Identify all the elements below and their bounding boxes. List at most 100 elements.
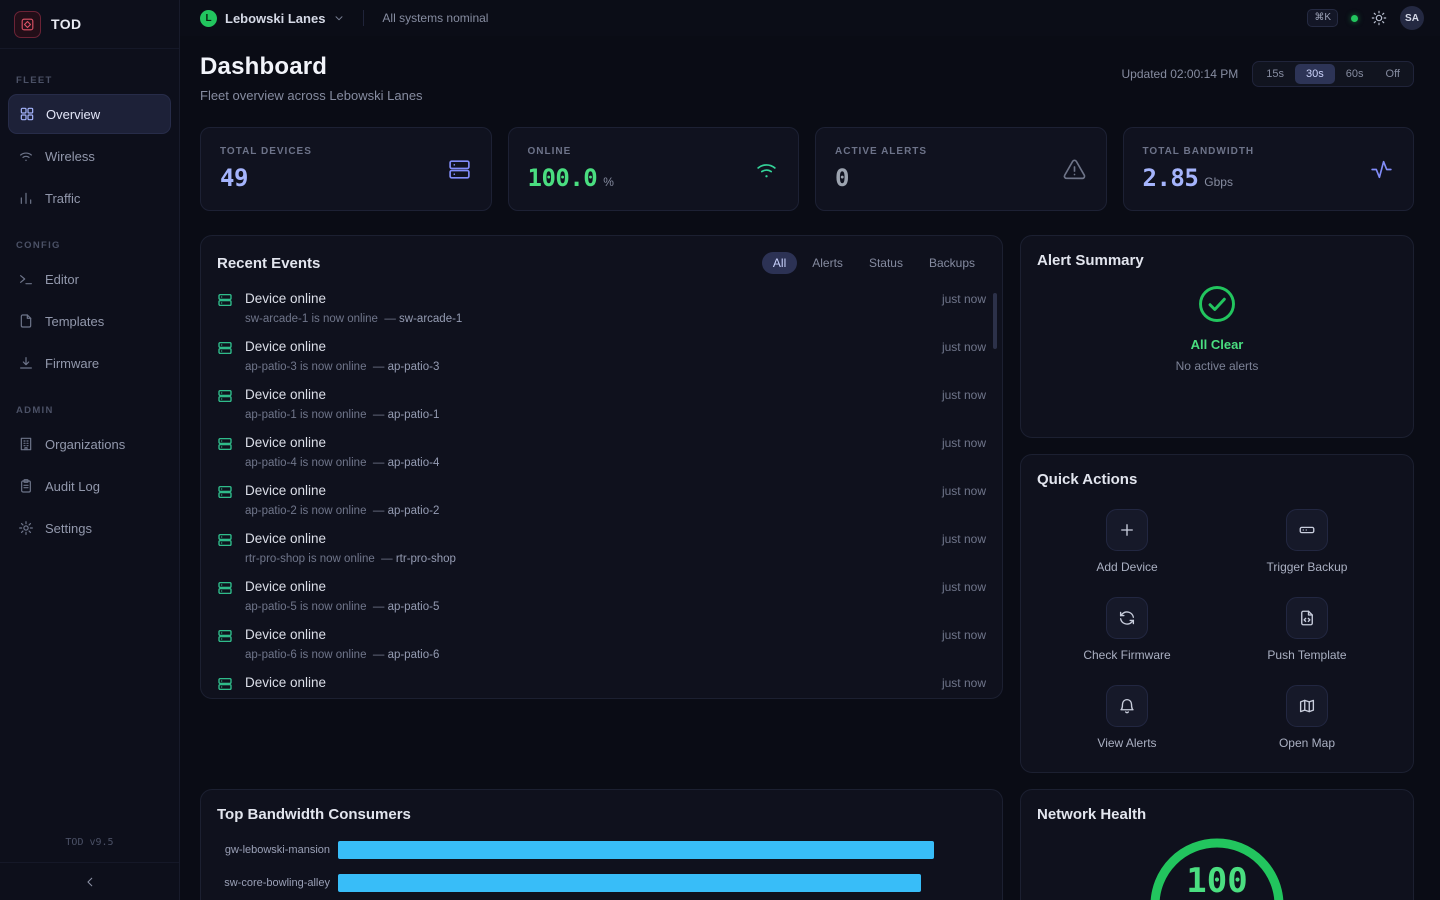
stat-label: ONLINE (528, 146, 614, 157)
server-icon (217, 340, 233, 356)
app-name: TOD (51, 16, 82, 32)
event-row: Device online rtr-pro-shop is now online … (217, 524, 986, 572)
event-filter-all[interactable]: All (762, 252, 797, 274)
bandwidth-list: gw-lebowski-mansionsw-core-bowling-alley (217, 841, 986, 892)
theme-toggle-sun-icon[interactable] (1371, 10, 1387, 26)
quick-action-icon-box (1286, 685, 1328, 727)
gear-icon (18, 520, 34, 536)
alert-summary-panel: Alert Summary All Clear No active alerts (1020, 235, 1414, 438)
recent-events-panel: Recent Events AllAlertsStatusBackups Dev… (200, 235, 1003, 699)
sidebar-item-label: Overview (46, 107, 100, 122)
refresh-30s-button[interactable]: 30s (1295, 64, 1335, 84)
stat-card-active-alerts: ACTIVE ALERTS 0 (815, 127, 1107, 211)
quick-action-trigger-backup[interactable]: Trigger Backup (1217, 496, 1397, 584)
sidebar-item-label: Audit Log (45, 479, 100, 494)
org-name: Lebowski Lanes (225, 11, 325, 26)
bandwidth-bar-track (338, 874, 986, 892)
event-detail: rtr-pro-shop is now online — rtr-pro-sho… (245, 552, 930, 566)
sidebar-item-wireless[interactable]: Wireless (8, 136, 171, 176)
stat-value: 0 (835, 164, 927, 192)
event-title: Device online (245, 434, 930, 452)
event-time: just now (942, 626, 986, 642)
event-title: Device online (245, 530, 930, 548)
sidebar-item-organizations[interactable]: Organizations (8, 424, 171, 464)
sidebar-nav: FLEETOverviewWirelessTrafficCONFIGEditor… (0, 49, 179, 829)
server-icon (217, 532, 233, 548)
event-filter-backups[interactable]: Backups (918, 252, 986, 274)
quick-actions-grid: Add Device Trigger Backup Check FirmwarePu… (1037, 496, 1397, 760)
clipboard-icon (18, 478, 34, 494)
event-detail: ap-patio-1 is now online — ap-patio-1 (245, 408, 930, 422)
stat-unit: Gbps (1204, 175, 1233, 189)
sidebar-item-editor[interactable]: Editor (8, 259, 171, 299)
bandwidth-panel: Top Bandwidth Consumers gw-lebowski-mans… (200, 789, 1003, 900)
stat-label: TOTAL BANDWIDTH (1143, 146, 1255, 157)
sidebar-item-label: Organizations (45, 437, 125, 452)
network-health-panel: Network Health 100 (1020, 789, 1414, 900)
refresh-60s-button[interactable]: 60s (1335, 64, 1375, 84)
stat-card-total-bandwidth: TOTAL BANDWIDTH 2.85Gbps (1123, 127, 1415, 211)
sidebar-item-label: Settings (45, 521, 92, 536)
sidebar-item-audit-log[interactable]: Audit Log (8, 466, 171, 506)
event-detail: ap-patio-2 is now online — ap-patio-2 (245, 504, 930, 518)
sidebar-item-label: Traffic (45, 191, 80, 206)
sidebar-item-templates[interactable]: Templates (8, 301, 171, 341)
sidebar-item-firmware[interactable]: Firmware (8, 343, 171, 383)
quick-action-view-alerts[interactable]: View Alerts (1037, 672, 1217, 760)
user-avatar[interactable]: SA (1400, 6, 1424, 30)
event-time: just now (942, 434, 986, 450)
org-selector[interactable]: L Lebowski Lanes (200, 10, 345, 27)
refresh-off-button[interactable]: Off (1375, 64, 1411, 84)
refresh-icon (1118, 609, 1136, 627)
server-icon (217, 628, 233, 644)
event-title: Device online (245, 290, 930, 308)
quick-action-icon-box (1106, 685, 1148, 727)
stats-row: TOTAL DEVICES49ONLINE100.0%ACTIVE ALERTS… (200, 127, 1414, 211)
events-scrollbar[interactable] (993, 293, 997, 349)
quick-action-open-map[interactable]: Open Map (1217, 672, 1397, 760)
sidebar-item-traffic[interactable]: Traffic (8, 178, 171, 218)
dashboard-grid: Recent Events AllAlertsStatusBackups Dev… (200, 235, 1414, 900)
server-icon (217, 388, 233, 404)
event-filter-alerts[interactable]: Alerts (801, 252, 854, 274)
page-subtitle: Fleet overview across Lebowski Lanes (200, 88, 423, 103)
event-detail: ap-patio-5 is now online — ap-patio-5 (245, 600, 930, 614)
event-row: Device online ap-patio-5 is now online — … (217, 572, 986, 620)
server-icon (217, 676, 233, 692)
event-time: just now (942, 482, 986, 498)
refresh-15s-button[interactable]: 15s (1255, 64, 1295, 84)
topbar-divider (363, 10, 364, 26)
health-score: 100 (1147, 861, 1287, 900)
sidebar-item-label: Wireless (45, 149, 95, 164)
stat-value: 49 (220, 164, 312, 192)
quick-action-add-device[interactable]: Add Device (1037, 496, 1217, 584)
page-title: Dashboard (200, 53, 423, 81)
recent-events-title: Recent Events (217, 255, 320, 272)
hard-drive-icon (1298, 521, 1316, 539)
stat-unit: % (603, 175, 614, 189)
sidebar-item-label: Editor (45, 272, 79, 287)
bandwidth-bar (338, 841, 934, 859)
event-time: just now (942, 674, 986, 690)
event-filter-status[interactable]: Status (858, 252, 914, 274)
quick-action-check-firmware[interactable]: Check Firmware (1037, 584, 1217, 672)
stat-value: 100.0% (528, 164, 614, 192)
bar-chart-icon (18, 190, 34, 206)
alert-summary-title: Alert Summary (1037, 252, 1397, 269)
stat-value: 2.85Gbps (1143, 164, 1255, 192)
org-avatar: L (200, 10, 217, 27)
quick-action-push-template[interactable]: Push Template (1217, 584, 1397, 672)
sidebar: TOD FLEETOverviewWirelessTrafficCONFIGEd… (0, 0, 180, 900)
server-icon (217, 292, 233, 308)
stat-label: ACTIVE ALERTS (835, 146, 927, 157)
app-logo-icon (14, 11, 41, 38)
quick-action-label: Trigger Backup (1267, 560, 1348, 574)
sidebar-collapse-button[interactable] (0, 862, 179, 900)
event-title: Device online (245, 578, 930, 596)
server-icon (217, 580, 233, 596)
wifi-icon (18, 148, 34, 164)
sidebar-item-overview[interactable]: Overview (8, 94, 171, 134)
command-palette-shortcut[interactable]: ⌘K (1307, 9, 1338, 27)
live-status-dot (1351, 15, 1358, 22)
sidebar-item-settings[interactable]: Settings (8, 508, 171, 548)
